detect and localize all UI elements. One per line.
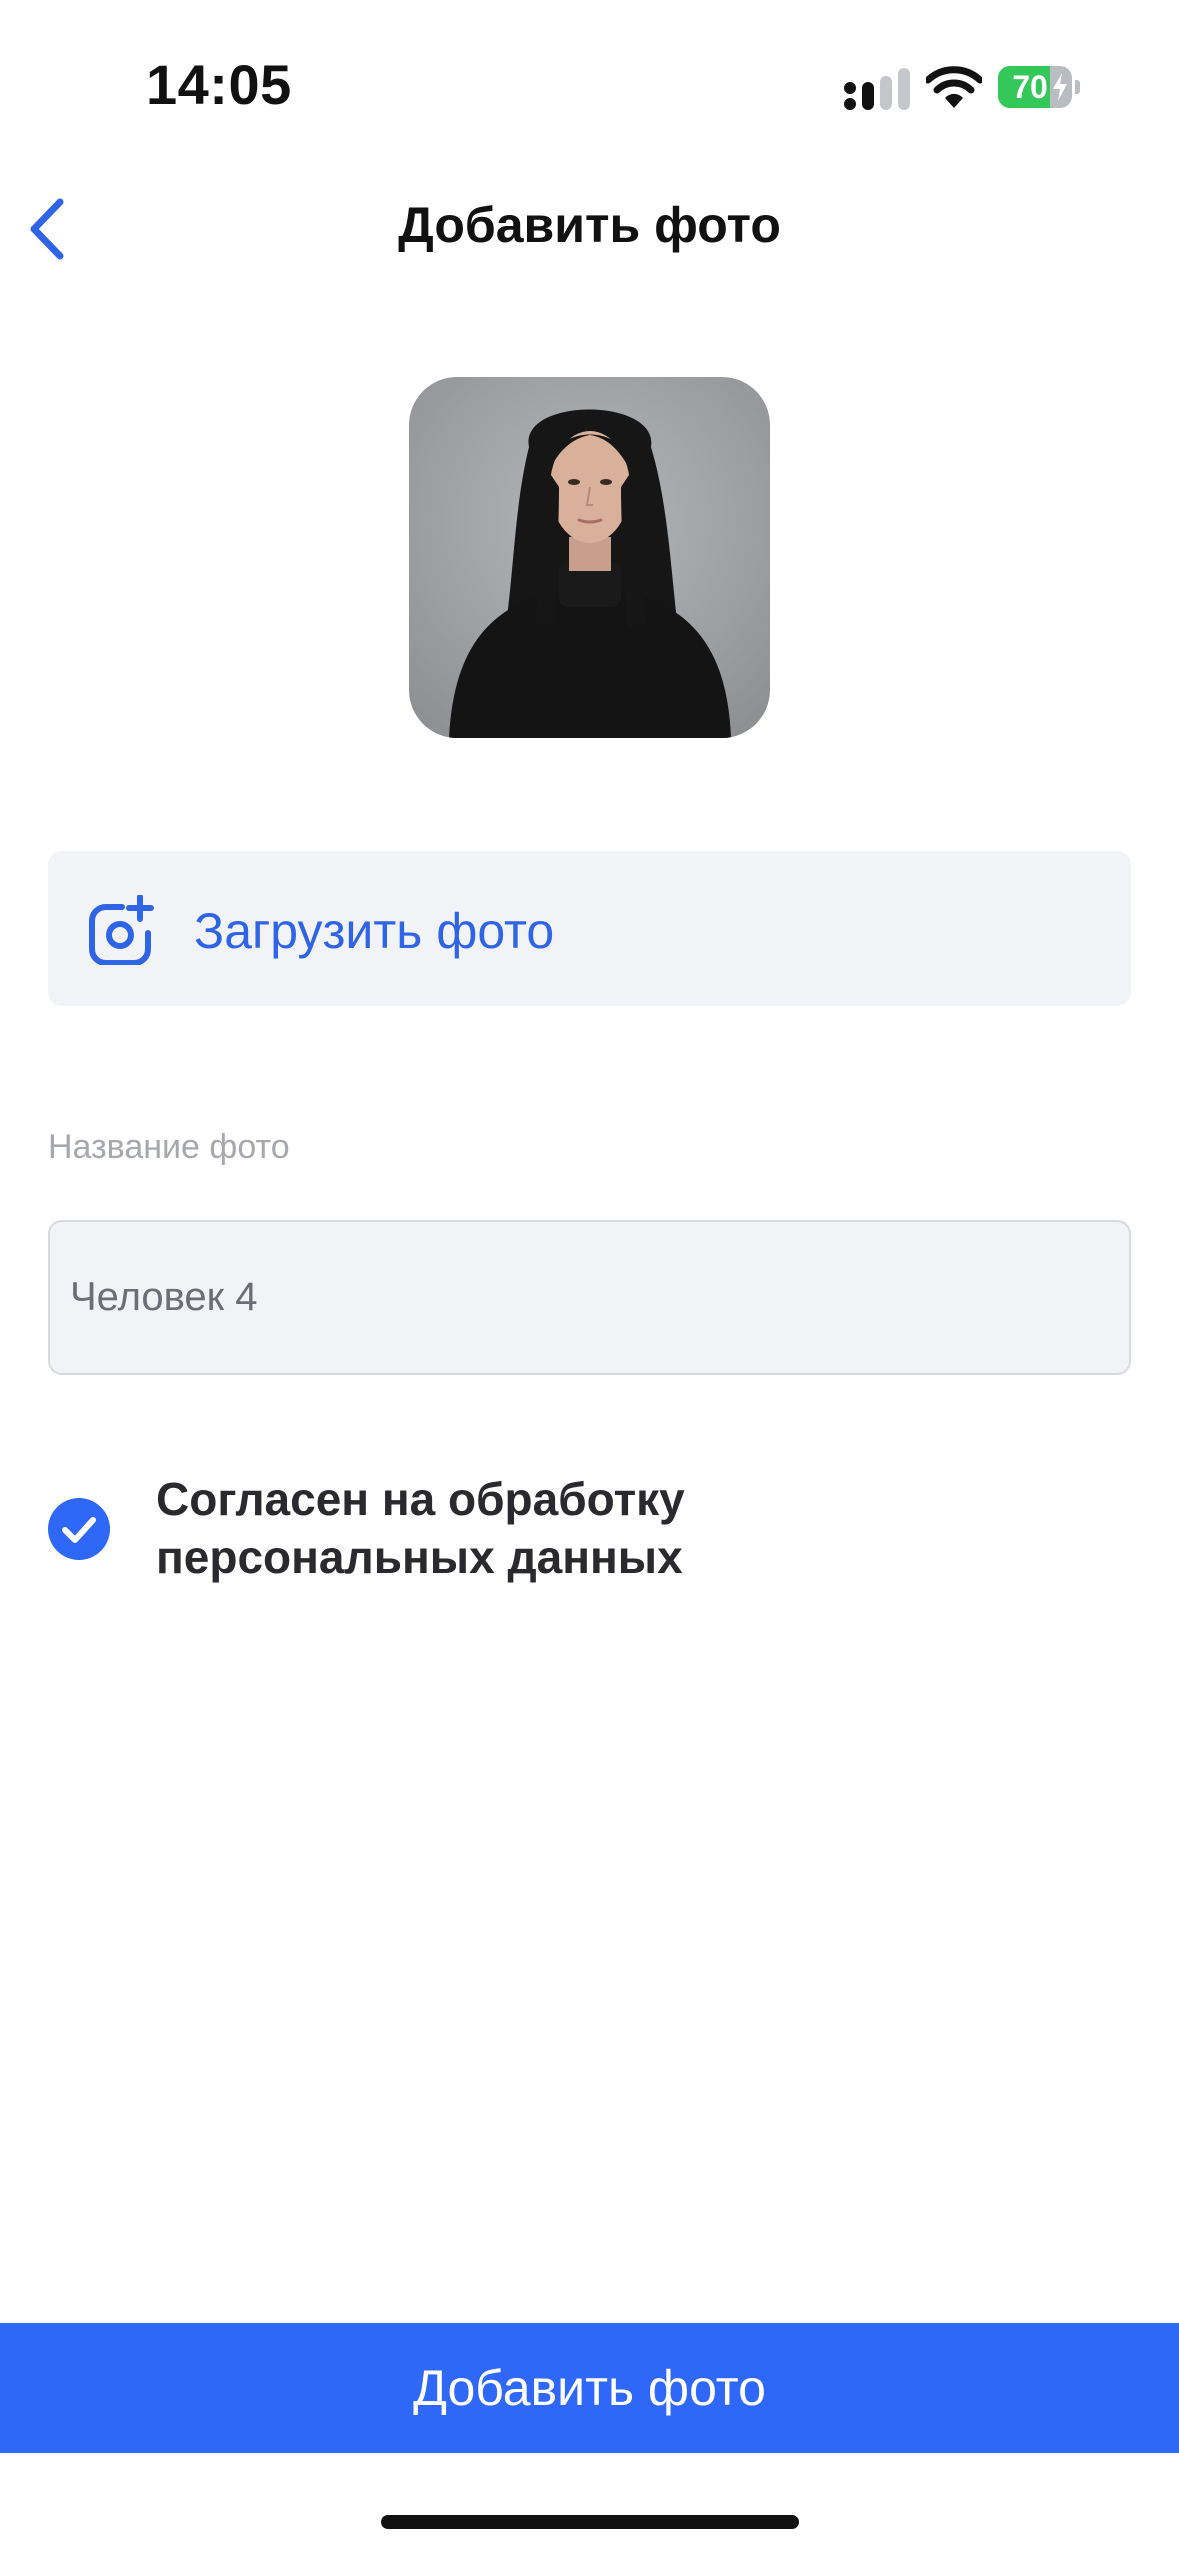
photo-preview (409, 377, 770, 738)
status-time: 14:05 (146, 53, 292, 116)
consent-text-line1: Согласен на обработку (156, 1473, 685, 1525)
photo-name-label: Название фото (48, 1128, 290, 1166)
camera-plus-icon (89, 895, 154, 965)
battery-charging-icon: 70 (998, 66, 1080, 108)
consent-text-line2: персональных данных (156, 1531, 683, 1583)
cellular-signal-icon (844, 68, 910, 110)
photo-name-input[interactable] (70, 1222, 1110, 1373)
wifi-icon (926, 66, 982, 108)
portrait-photo (449, 409, 731, 738)
photo-name-field-container[interactable] (48, 1220, 1131, 1375)
consent-text[interactable]: Согласен на обработку персональных данны… (156, 1470, 1056, 1586)
upload-photo-button[interactable]: Загрузить фото (48, 851, 1131, 1006)
add-photo-button[interactable]: Добавить фото (0, 2323, 1179, 2453)
page-title: Добавить фото (398, 197, 781, 253)
upload-photo-label: Загрузить фото (194, 903, 555, 959)
bolt-icon (1053, 73, 1067, 101)
consent-checkbox-checked-icon[interactable] (48, 1498, 110, 1560)
home-indicator (381, 2515, 799, 2529)
